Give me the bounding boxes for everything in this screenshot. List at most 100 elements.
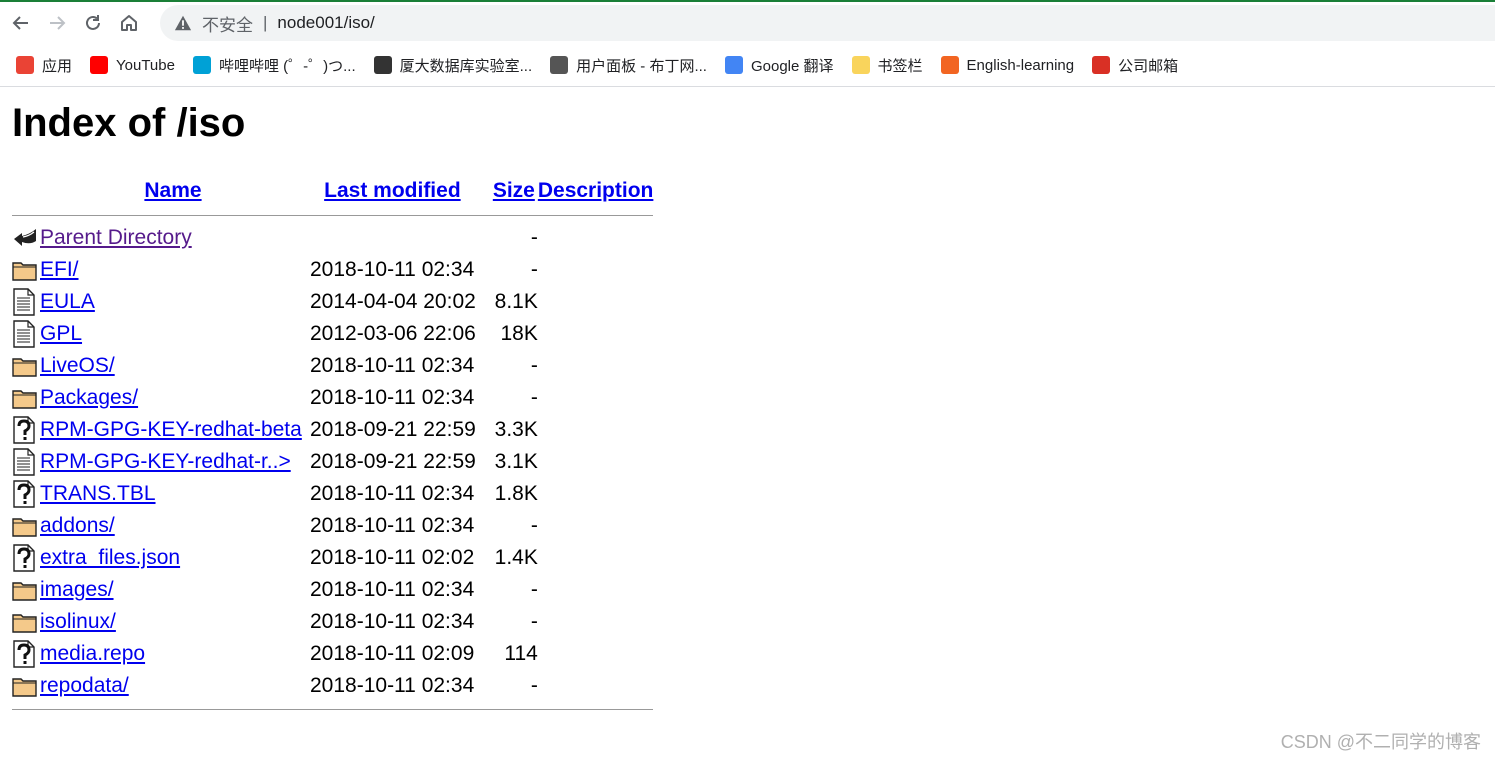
name-cell: isolinux/ [40, 606, 306, 638]
forward-button[interactable] [42, 8, 72, 38]
entry-link[interactable]: extra_files.json [40, 546, 180, 569]
apps-grid-icon [16, 56, 34, 74]
last-modified-cell: 2018-10-11 02:34 [310, 482, 475, 505]
bookmark-item[interactable]: 用户面板 - 布丁网... [550, 55, 707, 76]
entry-link[interactable]: EFI/ [40, 258, 79, 281]
bookmark-label: YouTube [116, 56, 175, 74]
description-cell [538, 414, 654, 446]
last-modified-cell: 2018-10-11 02:34 [310, 258, 475, 281]
description-cell [538, 670, 654, 702]
icon-column-header [12, 174, 40, 208]
last-modified-cell: 2018-10-11 02:34 [310, 610, 475, 633]
description-cell [538, 606, 654, 638]
description-cell [538, 478, 654, 510]
bookmark-item[interactable]: YouTube [90, 56, 175, 74]
address-bar[interactable]: 不安全 | node001/iso/ [160, 5, 1495, 41]
size-cell: - [530, 258, 538, 281]
bookmark-label: 用户面板 - 布丁网... [576, 57, 707, 75]
entry-link[interactable]: media.repo [40, 642, 145, 665]
entry-link[interactable]: LiveOS/ [40, 354, 115, 377]
size-cell: - [530, 610, 538, 633]
description-cell [538, 222, 654, 254]
size-cell: - [530, 226, 538, 249]
entry-link[interactable]: GPL [40, 322, 82, 345]
text-file-icon [12, 318, 40, 350]
header-divider [12, 214, 654, 216]
bookmark-item[interactable]: 公司邮箱 [1092, 55, 1178, 76]
folder-icon [12, 382, 40, 414]
page-title: Index of /iso [12, 101, 246, 145]
entry-link[interactable]: images/ [40, 578, 114, 601]
name-cell: extra_files.json [40, 542, 306, 574]
sort-by-size-link[interactable]: Size [493, 179, 535, 202]
bookmark-item[interactable]: 应用 [16, 55, 72, 76]
table-row: addons/2018-10-11 02:34 - [12, 510, 653, 542]
text-file-icon [12, 446, 40, 478]
bookmark-item[interactable]: Google 翻译 [724, 55, 834, 76]
entry-link[interactable]: isolinux/ [40, 610, 116, 633]
folder-icon [12, 510, 40, 542]
last-modified-cell: 2018-10-11 02:09 [310, 642, 475, 665]
bookmarks-bar: 应用 YouTube 哔哩哔哩 (゜-゜)つ... 厦大数据库实验室... 用户面板 -… [0, 44, 1495, 87]
sort-by-name-link[interactable]: Name [144, 179, 201, 202]
table-row: Packages/2018-10-11 02:34 - [12, 382, 653, 414]
reload-button[interactable] [78, 8, 108, 38]
folder-icon [12, 254, 40, 286]
name-cell: images/ [40, 574, 306, 606]
dblab-icon [373, 56, 392, 74]
table-row: LiveOS/2018-10-11 02:34 - [12, 350, 653, 382]
table-row: RPM-GPG-KEY-redhat-r..> 2018-09-21 22:59 3… [12, 446, 653, 478]
url-text[interactable]: node001/iso/ [277, 13, 374, 33]
entry-link[interactable]: Parent Directory [40, 226, 192, 249]
unknown-file-icon [12, 414, 40, 446]
size-cell: - [530, 578, 538, 601]
bookmark-item[interactable]: 哔哩哔哩 (゜-゜)つ... [192, 55, 356, 76]
warning-icon [174, 15, 192, 31]
table-row: Parent Directory - [12, 222, 653, 254]
table-row: repodata/2018-10-11 02:34 - [12, 670, 653, 702]
name-cell: GPL [40, 318, 306, 350]
size-cell: 114 [504, 642, 538, 665]
unknown-file-icon [12, 542, 40, 574]
entry-link[interactable]: TRANS.TBL [40, 482, 156, 505]
header-rule-row [12, 208, 654, 222]
entry-link[interactable]: Packages/ [40, 386, 138, 409]
name-cell: repodata/ [40, 670, 306, 702]
unknown-file-icon [12, 478, 40, 510]
table-row: images/2018-10-11 02:34 - [12, 574, 653, 606]
last-modified-cell: 2018-10-11 02:34 [310, 578, 475, 601]
folder-icon [12, 574, 40, 606]
entry-link[interactable]: RPM-GPG-KEY-redhat-r..> [40, 450, 291, 473]
sort-by-last-modified-link[interactable]: Last modified [324, 179, 461, 202]
description-column-header: Description [538, 174, 654, 208]
table-header-row: Name Last modified Size Description [12, 174, 653, 208]
description-cell [538, 254, 654, 286]
pudding-icon [550, 56, 569, 74]
bookmark-item[interactable]: English-learning [940, 56, 1074, 74]
entry-link[interactable]: repodata/ [40, 674, 129, 697]
directory-listing-table: Name Last modified Size Description Pare… [12, 174, 654, 716]
bookmark-item[interactable]: 厦大数据库实验室... [373, 55, 532, 76]
entry-link[interactable]: EULA [40, 290, 95, 313]
folder-icon [851, 56, 870, 74]
folder-icon [12, 350, 40, 382]
last-modified-cell [306, 222, 479, 254]
description-cell [538, 510, 654, 542]
entry-link[interactable]: RPM-GPG-KEY-redhat-beta [40, 418, 302, 441]
description-cell [538, 286, 654, 318]
bookmark-item[interactable]: 书签栏 [851, 55, 923, 76]
address-separator: | [263, 13, 268, 32]
sort-by-description-link[interactable]: Description [538, 179, 654, 202]
table-row: isolinux/2018-10-11 02:34 - [12, 606, 653, 638]
back-button[interactable] [6, 8, 36, 38]
entry-link[interactable]: addons/ [40, 514, 115, 537]
bookmark-label: Google 翻译 [750, 57, 834, 75]
home-button[interactable] [114, 8, 144, 38]
description-cell [538, 574, 654, 606]
table-row: EULA 2014-04-04 20:02 8.1K [12, 286, 653, 318]
description-cell [538, 638, 654, 670]
description-cell [538, 542, 654, 574]
mail-icon [1092, 56, 1111, 74]
bookmark-label: 应用 [42, 57, 73, 75]
size-cell: 1.8K [494, 482, 538, 505]
